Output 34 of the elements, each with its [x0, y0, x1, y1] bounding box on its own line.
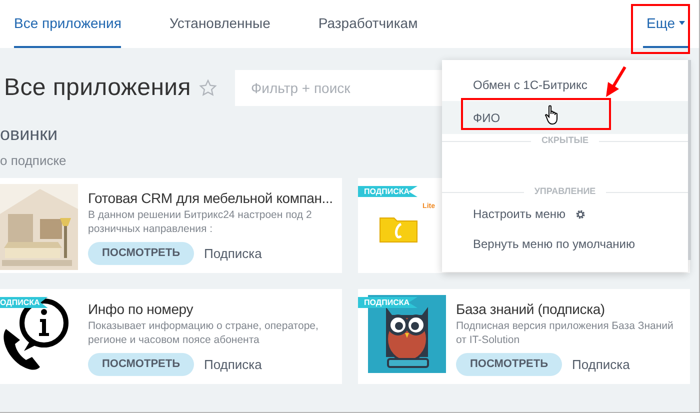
- app-description: Показывает информацию о стране, операторе, регионе и часовом поясе абонента: [88, 319, 320, 348]
- price-label: Подписка: [204, 356, 262, 374]
- tab[interactable]: Разработчикам: [318, 0, 418, 48]
- menu-item[interactable]: ФИО: [442, 101, 688, 134]
- menu-section-header: СКРЫТЫЕ: [541, 134, 589, 148]
- highlight-frame: [631, 4, 690, 54]
- subscription-badge: ПОДПИСКА: [358, 297, 418, 308]
- app-title[interactable]: Инфо по номеру: [88, 299, 342, 319]
- hand-cursor-icon: [545, 105, 560, 125]
- view-button[interactable]: ПОСМОТРЕТЬ: [88, 242, 194, 265]
- annotation-arrow: [603, 65, 627, 99]
- view-button[interactable]: ПОСМОТРЕТЬ: [456, 353, 562, 376]
- menu-item[interactable]: Обмен с 1С-Битрикс: [442, 68, 688, 101]
- more-tab[interactable]: Еще: [642, 0, 689, 48]
- app-description: Подписная версия приложения База Знаний от IT-Solution: [456, 319, 674, 348]
- section-title: овинки: [0, 123, 58, 146]
- menu-item[interactable]: Вернуть меню по умолчанию: [442, 227, 688, 260]
- price-label: Подписка: [204, 244, 262, 263]
- tab[interactable]: Все приложения: [14, 0, 122, 48]
- tab[interactable]: Установленные: [169, 0, 270, 48]
- caret-icon: [679, 21, 685, 25]
- app-title[interactable]: Готовая CRM для мебельной компан...: [88, 188, 342, 208]
- subscription-badge: ОДПИСКА: [0, 297, 48, 308]
- menu-item[interactable]: Настроить меню: [473, 205, 566, 223]
- menu-section-header: УПРАВЛЕНИЕ: [534, 185, 596, 198]
- subscription-badge: ПОДПИСКА: [358, 186, 418, 197]
- section-subtitle: о подписке: [0, 152, 66, 170]
- page-title: Все приложения: [4, 73, 191, 103]
- price-label: Подписка: [572, 356, 630, 374]
- star-icon[interactable]: [198, 79, 217, 97]
- settings-icon[interactable]: [574, 208, 586, 220]
- app-title[interactable]: База знаний (подписка): [456, 299, 690, 319]
- view-button[interactable]: ПОСМОТРЕТЬ: [88, 353, 194, 376]
- app-description: В данном решении Битрикс24 настроен под 2 розничных направления :: [88, 208, 313, 237]
